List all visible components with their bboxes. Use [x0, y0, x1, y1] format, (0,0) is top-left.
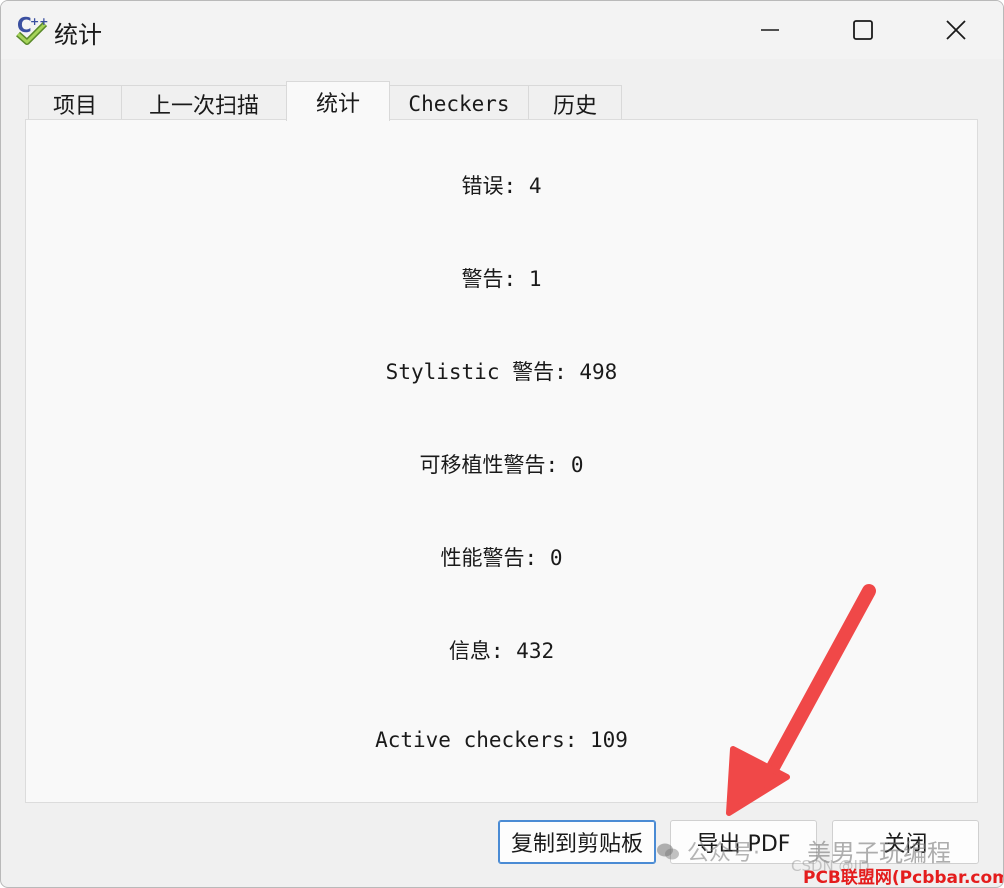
tab-checkers[interactable]: Checkers	[389, 85, 529, 121]
cppcheck-icon: C ++	[16, 13, 48, 45]
tab-last-scan[interactable]: 上一次扫描	[121, 85, 287, 121]
tab-label: Checkers	[408, 91, 510, 116]
title-bar[interactable]: C ++ 统计	[1, 1, 1003, 59]
site-watermark: PCB联盟网(Pcbbar.com)	[803, 868, 1004, 888]
minimize-button[interactable]	[742, 7, 798, 53]
close-icon	[946, 20, 966, 40]
stat-portability-warnings: 可移植性警告: 0	[419, 453, 584, 477]
stat-active-checkers: Active checkers: 109	[375, 728, 628, 752]
close-window-button[interactable]	[928, 7, 984, 53]
wechat-watermark-text: 公众号·	[687, 841, 760, 866]
maximize-icon	[853, 20, 873, 40]
maximize-button[interactable]	[835, 7, 891, 53]
tab-project[interactable]: 项目	[28, 85, 122, 121]
stat-performance-warnings: 性能警告: 0	[440, 546, 563, 570]
tab-history[interactable]: 历史	[528, 85, 622, 121]
tab-statistics[interactable]: 统计	[286, 81, 390, 121]
tab-bar: 项目 上一次扫描 统计 Checkers 历史	[28, 81, 622, 121]
copy-to-clipboard-button[interactable]: 复制到剪贴板	[498, 820, 656, 864]
stat-warnings: 警告: 1	[461, 267, 542, 291]
statistics-dialog: C ++ 统计 项目 上一次扫描 统计 Checkers 历史 错误: 4 警告…	[0, 0, 1004, 888]
wechat-icon	[656, 842, 680, 862]
stat-errors: 错误: 4	[461, 174, 542, 198]
tab-label: 上一次扫描	[148, 93, 259, 119]
wechat-watermark: 公众号·	[656, 835, 760, 867]
stat-stylistic-warnings: Stylistic 警告: 498	[385, 360, 618, 384]
tab-label: 统计	[315, 91, 360, 117]
stat-information: 信息: 432	[448, 639, 555, 663]
minimize-icon	[761, 29, 779, 31]
svg-text:++: ++	[30, 15, 48, 28]
tab-label: 历史	[552, 93, 597, 119]
window-title: 统计	[54, 21, 102, 49]
tab-label: 项目	[52, 93, 97, 119]
statistics-panel: 错误: 4 警告: 1 Stylistic 警告: 498 可移植性警告: 0 …	[25, 119, 978, 803]
